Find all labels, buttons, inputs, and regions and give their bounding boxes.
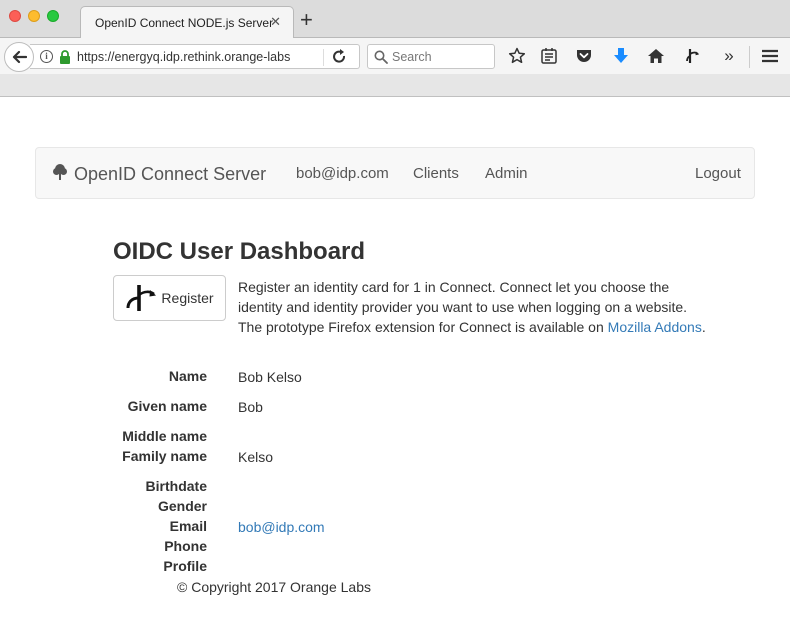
name-label: Name bbox=[168, 368, 207, 384]
browser-navbar: i https://energyq.idp.rethink.orange-lab… bbox=[0, 38, 790, 74]
openid-extension-icon[interactable] bbox=[683, 47, 701, 65]
search-icon bbox=[374, 50, 388, 69]
search-placeholder: Search bbox=[392, 50, 432, 64]
download-icon[interactable] bbox=[612, 47, 630, 65]
reading-list-icon[interactable] bbox=[540, 47, 558, 65]
footer-copyright: © Copyright 2017 Orange Labs bbox=[177, 579, 371, 595]
nav-admin-link[interactable]: Admin bbox=[485, 165, 528, 182]
register-label: Register bbox=[161, 290, 214, 306]
info-icon[interactable]: i bbox=[40, 50, 53, 63]
tree-icon bbox=[52, 163, 68, 186]
back-button[interactable] bbox=[4, 42, 34, 72]
browser-tab[interactable]: OpenID Connect NODE.js Server ✕ bbox=[80, 6, 294, 39]
mozilla-addons-link[interactable]: Mozilla Addons bbox=[608, 319, 702, 335]
family-name-label: Family name bbox=[122, 448, 207, 464]
back-arrow-icon bbox=[12, 50, 27, 64]
search-bar[interactable]: Search bbox=[367, 44, 495, 69]
intro-end: . bbox=[701, 319, 706, 335]
nav-user-link[interactable]: bob@idp.com bbox=[296, 165, 389, 182]
middle-name-label: Middle name bbox=[122, 428, 207, 444]
window-close-button[interactable] bbox=[9, 10, 21, 22]
pocket-icon[interactable] bbox=[575, 47, 593, 65]
register-button[interactable]: Register bbox=[113, 275, 226, 321]
phone-label: Phone bbox=[164, 538, 207, 554]
openid-icon bbox=[126, 285, 157, 311]
menu-icon[interactable] bbox=[761, 47, 779, 65]
email-label: Email bbox=[169, 518, 207, 534]
name-value: Bob Kelso bbox=[238, 369, 302, 385]
reload-icon[interactable] bbox=[332, 48, 348, 71]
nav-logout-link[interactable]: Logout bbox=[695, 165, 741, 182]
tab-close-icon[interactable]: ✕ bbox=[270, 14, 281, 30]
toolbar-divider bbox=[749, 46, 750, 68]
bookmarks-toolbar bbox=[0, 74, 790, 97]
given-name-value: Bob bbox=[238, 399, 263, 415]
overflow-chevron-icon[interactable]: » bbox=[720, 46, 738, 65]
page-title: OIDC User Dashboard bbox=[113, 238, 366, 265]
profile-label: Profile bbox=[163, 558, 207, 574]
brand-link[interactable]: OpenID Connect Server bbox=[52, 163, 266, 186]
given-name-label: Given name bbox=[127, 398, 207, 414]
url-divider bbox=[323, 49, 324, 66]
email-link[interactable]: bob@idp.com bbox=[238, 519, 325, 535]
new-tab-button[interactable]: + bbox=[300, 8, 313, 32]
brand-name: OpenID Connect Server bbox=[74, 164, 267, 184]
lock-icon[interactable] bbox=[59, 50, 71, 69]
nav-clients-link[interactable]: Clients bbox=[413, 165, 459, 182]
url-text[interactable]: https://energyq.idp.rethink.orange-labs bbox=[77, 50, 325, 64]
site-navbar: OpenID Connect Server bob@idp.com Client… bbox=[35, 147, 755, 199]
gender-label: Gender bbox=[157, 498, 207, 514]
browser-titlebar: OpenID Connect NODE.js Server ✕ + bbox=[0, 0, 790, 39]
window-minimize-button[interactable] bbox=[28, 10, 40, 22]
home-icon[interactable] bbox=[647, 47, 665, 65]
tab-title: OpenID Connect NODE.js Server bbox=[95, 16, 274, 30]
intro-text: Register an identity card for 1 in Conne… bbox=[238, 277, 708, 337]
window-maximize-button[interactable] bbox=[47, 10, 59, 22]
family-name-value: Kelso bbox=[238, 449, 274, 465]
bookmark-star-icon[interactable] bbox=[508, 47, 526, 65]
url-bar[interactable]: i https://energyq.idp.rethink.orange-lab… bbox=[30, 44, 360, 69]
birthdate-label: Birthdate bbox=[145, 478, 207, 494]
